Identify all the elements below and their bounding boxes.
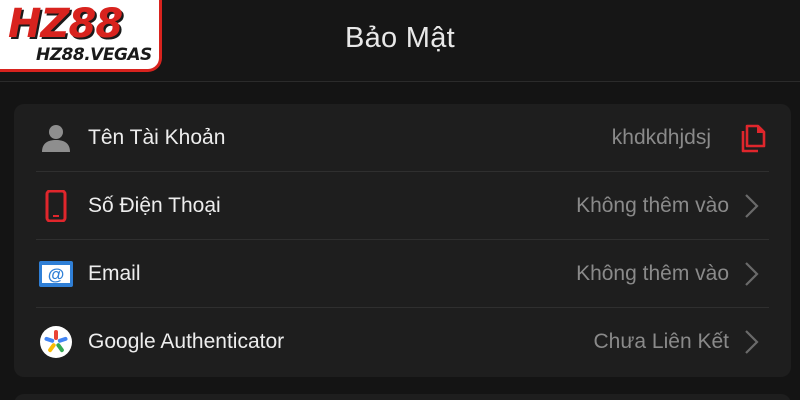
row-username: Tên Tài Khoản khdkdhjdsj: [36, 104, 769, 172]
copy-icon[interactable]: [735, 122, 767, 154]
chevron-right-icon[interactable]: [735, 326, 767, 358]
user-icon: [38, 120, 74, 156]
chevron-right-icon[interactable]: [735, 258, 767, 290]
next-settings-card: [14, 394, 791, 400]
row-label: Số Điện Thoại: [88, 194, 221, 217]
logo-main-text: HZ88: [8, 1, 123, 47]
chevron-right-icon[interactable]: [735, 190, 767, 222]
username-value: khdkdhjdsj: [611, 126, 711, 149]
svg-text:@: @: [48, 265, 65, 284]
phone-status: Không thêm vào: [576, 194, 729, 217]
row-label: Google Authenticator: [88, 330, 285, 353]
google-authenticator-icon: [38, 324, 74, 360]
google-authenticator-status: Chưa Liên Kết: [593, 330, 729, 353]
email-icon: @: [38, 256, 74, 292]
brand-logo[interactable]: HZ88 HZ88.VEGAS: [0, 0, 162, 72]
row-label: Tên Tài Khoản: [88, 126, 226, 149]
logo-sub-text: HZ88.VEGAS: [36, 45, 152, 65]
phone-icon: [38, 188, 74, 224]
security-settings-card: Tên Tài Khoản khdkdhjdsj Số Điện Thoại K…: [14, 104, 791, 377]
row-google-authenticator[interactable]: Google Authenticator Chưa Liên Kết: [36, 308, 769, 376]
row-phone[interactable]: Số Điện Thoại Không thêm vào: [36, 172, 769, 240]
email-status: Không thêm vào: [576, 262, 729, 285]
row-label: Email: [88, 262, 141, 285]
row-email[interactable]: @ Email Không thêm vào: [36, 240, 769, 308]
security-page: Bảo Mật HZ88 HZ88.VEGAS Tên Tài Khoản kh…: [0, 0, 800, 400]
